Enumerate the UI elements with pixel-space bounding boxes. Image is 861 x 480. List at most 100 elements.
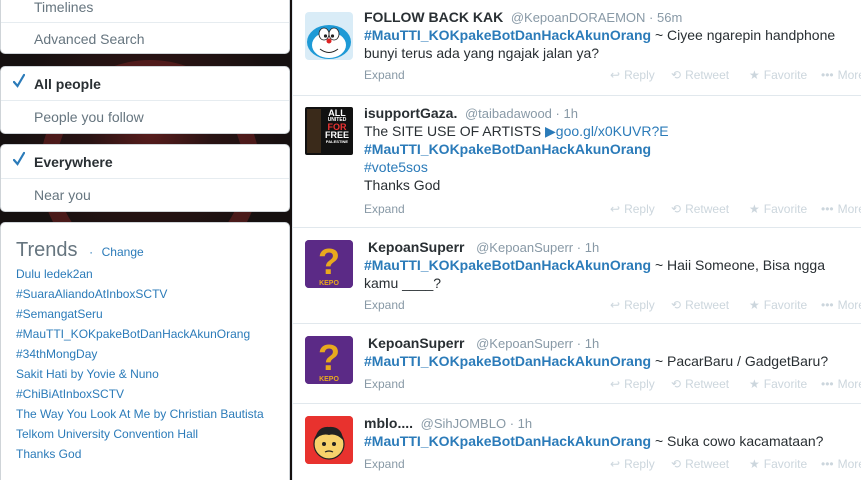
avatar-doraemon[interactable]: [305, 12, 353, 60]
favorite-button[interactable]: ★ Favorite: [749, 202, 807, 216]
favorite-label: Favorite: [763, 377, 808, 391]
more-button[interactable]: •••More: [821, 202, 861, 216]
favorite-label: Favorite: [763, 202, 808, 216]
nav-timelines[interactable]: Timelines: [1, 0, 289, 22]
tweet-author-name[interactable]: FOLLOW BACK KAK: [364, 9, 503, 25]
tweet-item[interactable]: mblo.... @SihJOMBLO · 1h #MauTTI_KOKpake…: [293, 404, 861, 480]
reply-icon: ↩: [610, 457, 621, 471]
retweet-button[interactable]: ⟲ Retweet: [671, 377, 729, 391]
location-filter-panel: Everywhere Near you: [0, 144, 290, 212]
reply-button[interactable]: ↩ Reply: [610, 202, 655, 216]
doraemon-avatar-icon: [307, 25, 351, 59]
retweet-label: Retweet: [685, 202, 730, 216]
trend-item[interactable]: Telkom University Convention Hall: [1, 424, 289, 444]
trend-item[interactable]: #34thMongDay: [1, 344, 289, 364]
filter-people-you-follow[interactable]: People you follow: [1, 100, 289, 133]
expand-link[interactable]: Expand: [364, 457, 405, 471]
nav-advanced-search[interactable]: Advanced Search: [1, 22, 289, 53]
expand-link[interactable]: Expand: [364, 202, 405, 216]
tweet-link[interactable]: ▶goo.gl/x0KUVR?E: [545, 123, 669, 139]
trend-item[interactable]: Dulu ledek2an: [1, 264, 289, 284]
checkmark-icon: [13, 73, 25, 88]
tweet-hashtag[interactable]: #MauTTI_KOKpakeBotDanHackAkunOrang: [364, 140, 861, 158]
trends-title: Trends: [16, 239, 78, 261]
tweet-author-name[interactable]: KepoanSuperr: [368, 239, 464, 255]
favorite-button[interactable]: ★ Favorite: [749, 298, 807, 312]
tweet-author-handle[interactable]: @KepoanDORAEMON: [511, 10, 646, 25]
avatar-sihjomblo[interactable]: [305, 416, 353, 464]
retweet-button[interactable]: ⟲ Retweet: [671, 298, 729, 312]
retweet-button[interactable]: ⟲ Retweet: [671, 68, 729, 82]
trend-item[interactable]: Thanks God: [1, 444, 289, 464]
tweet-hashtag[interactable]: #MauTTI_KOKpakeBotDanHackAkunOrang: [364, 433, 651, 449]
trends-header: Trends · Change: [1, 223, 289, 262]
tweet-hashtag[interactable]: #MauTTI_KOKpakeBotDanHackAkunOrang: [364, 27, 651, 43]
avatar-kepoansuperr[interactable]: ? KEPO: [305, 240, 353, 288]
favorite-button[interactable]: ★ Favorite: [749, 457, 807, 471]
tweet-timestamp[interactable]: 56m: [657, 10, 682, 25]
tweet-author-name[interactable]: KepoanSuperr: [368, 335, 464, 351]
filter-all-people[interactable]: All people: [1, 67, 289, 100]
tweet-author-handle[interactable]: @KepoanSuperr: [476, 240, 573, 255]
reply-button[interactable]: ↩ Reply: [610, 457, 655, 471]
avatar-photo: [307, 109, 321, 153]
tweet-item[interactable]: ? KEPO KepoanSuperr @KepoanSuperr · 1h #…: [293, 324, 861, 404]
avatar-text: ALL UNITED FOR FREE PALESTINE: [323, 109, 351, 145]
tweet-header: KepoanSuperr @KepoanSuperr · 1h: [368, 335, 861, 351]
tweet-timestamp[interactable]: 1h: [585, 336, 599, 351]
more-button[interactable]: •••More: [821, 68, 861, 82]
filter-everywhere[interactable]: Everywhere: [1, 145, 289, 178]
tweet-hashtag[interactable]: #MauTTI_KOKpakeBotDanHackAkunOrang: [364, 257, 651, 273]
dot-separator: ·: [509, 416, 515, 431]
tweet-hashtag-2[interactable]: #vote5sos: [364, 158, 861, 176]
tweet-author-name[interactable]: mblo....: [364, 415, 413, 431]
retweet-button[interactable]: ⟲ Retweet: [671, 202, 729, 216]
trend-item[interactable]: #SemangatSeru: [1, 304, 289, 324]
filter-all-people-label: All people: [34, 75, 101, 92]
more-label: More: [837, 68, 861, 82]
filter-near-you-label: Near you: [34, 187, 91, 203]
favorite-button[interactable]: ★ Favorite: [749, 68, 807, 82]
trends-change-link[interactable]: Change: [102, 245, 144, 259]
trend-item[interactable]: #MauTTI_KOKpakeBotDanHackAkunOrang: [1, 324, 289, 344]
reply-button[interactable]: ↩ Reply: [610, 377, 655, 391]
reply-button[interactable]: ↩ Reply: [610, 298, 655, 312]
question-mark-avatar-icon: ? KEPO: [305, 240, 353, 288]
more-button[interactable]: •••More: [821, 377, 861, 391]
retweet-icon: ⟲: [671, 68, 682, 82]
reply-label: Reply: [624, 457, 655, 471]
tweet-timestamp[interactable]: 1h: [585, 240, 599, 255]
trend-item[interactable]: The Way You Look At Me by Christian Baut…: [1, 404, 289, 424]
tweet-hashtag[interactable]: #MauTTI_KOKpakeBotDanHackAkunOrang: [364, 353, 651, 369]
more-button[interactable]: •••More: [821, 457, 861, 471]
question-mark-avatar-icon: ? KEPO: [305, 336, 353, 384]
trend-item[interactable]: Sakit Hati by Yovie & Nuno: [1, 364, 289, 384]
reply-button[interactable]: ↩ Reply: [610, 68, 655, 82]
tweet-body-last: Thanks God: [364, 177, 441, 193]
avatar-kepoansuperr[interactable]: ? KEPO: [305, 336, 353, 384]
tweet-item[interactable]: ? KEPO KepoanSuperr @KepoanSuperr · 1h #…: [293, 228, 861, 324]
filter-near-you[interactable]: Near you: [1, 178, 289, 211]
tweet-header: KepoanSuperr @KepoanSuperr · 1h: [368, 239, 861, 255]
retweet-button[interactable]: ⟲ Retweet: [671, 457, 729, 471]
trend-item[interactable]: #ChiBiAtInboxSCTV: [1, 384, 289, 404]
more-icon: •••: [821, 377, 834, 391]
nav-timelines-label: Timelines: [34, 0, 94, 15]
tweet-author-handle[interactable]: @taibadawood: [465, 106, 552, 121]
tweet-header: mblo.... @SihJOMBLO · 1h: [364, 415, 861, 431]
tweet-author-handle[interactable]: @KepoanSuperr: [476, 336, 573, 351]
tweet-author-handle[interactable]: @SihJOMBLO: [421, 416, 506, 431]
tweet-timestamp[interactable]: 1h: [518, 416, 532, 431]
tweet-timestamp[interactable]: 1h: [564, 106, 578, 121]
tweet-author-name[interactable]: isupportGaza.: [364, 105, 457, 121]
more-button[interactable]: •••More: [821, 298, 861, 312]
favorite-button[interactable]: ★ Favorite: [749, 377, 807, 391]
expand-link[interactable]: Expand: [364, 298, 405, 312]
star-icon: ★: [749, 377, 760, 391]
avatar-isupportgaza[interactable]: ALL UNITED FOR FREE PALESTINE: [305, 107, 353, 155]
tweet-item[interactable]: ALL UNITED FOR FREE PALESTINE isupportGa…: [293, 96, 861, 228]
expand-link[interactable]: Expand: [364, 377, 405, 391]
tweet-item[interactable]: FOLLOW BACK KAK @KepoanDORAEMON · 56m #M…: [293, 0, 861, 96]
trend-item[interactable]: #SuaraAliandoAtInboxSCTV: [1, 284, 289, 304]
expand-link[interactable]: Expand: [364, 68, 405, 82]
